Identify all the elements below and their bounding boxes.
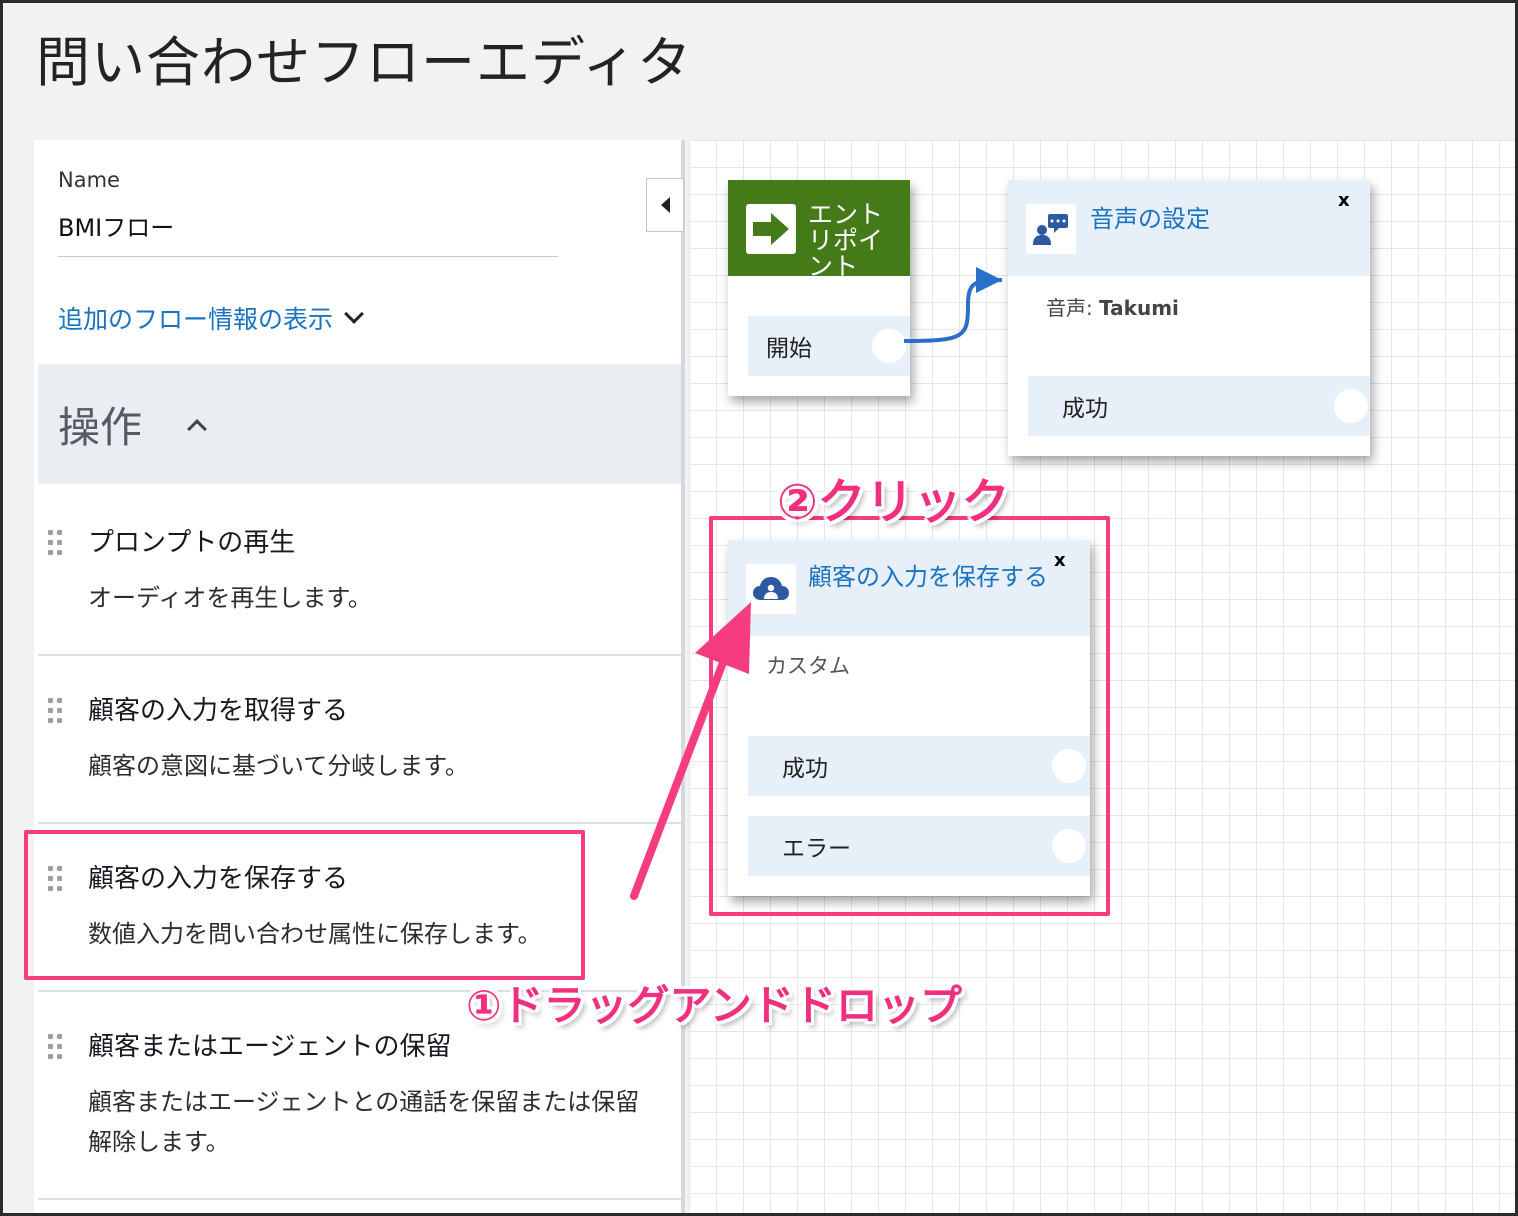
divider: [38, 654, 681, 656]
output-port[interactable]: [1052, 829, 1086, 863]
drag-handle-icon[interactable]: [46, 864, 64, 894]
section-title: 操作: [58, 402, 143, 452]
branch-label: エラー: [782, 836, 851, 862]
set-voice-block[interactable]: 音声の設定 x 音声: Takumi 成功: [1008, 180, 1370, 456]
name-label: Name: [58, 168, 120, 192]
cloud-user-icon: [746, 564, 796, 614]
branch-success: 成功: [748, 736, 1090, 796]
branch-success: 成功: [1028, 376, 1370, 436]
action-description: 数値入力を問い合わせ属性に保存します。: [88, 920, 542, 948]
collapse-panel-button[interactable]: [646, 178, 684, 232]
action-item-play-prompt[interactable]: プロンプトの再生 オーディオを再生します。: [38, 520, 681, 650]
entry-point-block[interactable]: エントリポイント 開始: [728, 180, 910, 396]
name-underline: [58, 256, 558, 257]
action-item-store-input[interactable]: 顧客の入力を保存する 数値入力を問い合わせ属性に保存します。: [38, 856, 681, 986]
action-title: 顧客の入力を保存する: [88, 864, 349, 894]
action-title: 顧客またはエージェントの保留: [88, 1032, 452, 1062]
arrow-right-icon: [746, 204, 796, 254]
output-port[interactable]: [872, 329, 906, 363]
drag-annotation: ①ドラッグアンドドロップ: [466, 981, 962, 1030]
drag-handle-icon[interactable]: [46, 1032, 64, 1062]
output-port[interactable]: [1052, 749, 1086, 783]
chevron-up-icon: [187, 419, 207, 439]
output-port[interactable]: [1334, 389, 1368, 423]
drag-handle-icon[interactable]: [46, 696, 64, 726]
entry-title: エントリポイント: [808, 200, 884, 277]
close-icon[interactable]: x: [1338, 190, 1350, 211]
action-description: 顧客またはエージェントとの通話を保留または保留解除します。: [88, 1088, 640, 1156]
branch-label: 開始: [766, 336, 812, 362]
action-title: 顧客の入力を取得する: [88, 696, 349, 726]
action-item-get-input[interactable]: 顧客の入力を取得する 顧客の意図に基づいて分岐します。: [38, 688, 681, 818]
voice-chat-icon: [1026, 204, 1076, 254]
action-item-hold[interactable]: 顧客またはエージェントの保留 顧客またはエージェントとの通話を保留または保留解除…: [38, 1024, 681, 1194]
block-title: 顧客の入力を保存する: [808, 563, 1048, 591]
branch-label: 成功: [782, 756, 828, 782]
branch-error: エラー: [748, 816, 1090, 876]
page-title: 問い合わせフローエディタ: [36, 31, 693, 94]
flow-name-field[interactable]: BMIフロー: [58, 208, 174, 243]
click-annotation: ②クリック: [777, 474, 1010, 530]
collapse-left-icon: [660, 197, 670, 213]
actions-section-header[interactable]: 操作: [38, 364, 681, 484]
store-input-block[interactable]: 顧客の入力を保存する x カスタム 成功 エラー: [728, 540, 1090, 896]
more-info-label: 追加のフロー情報の表示: [58, 305, 334, 334]
branch-label: 成功: [1062, 396, 1108, 422]
block-subtitle: カスタム: [766, 654, 850, 678]
voice-key: 音声:: [1046, 296, 1093, 320]
divider: [38, 1198, 681, 1200]
entry-header: エントリポイント: [728, 180, 910, 276]
more-info-toggle[interactable]: 追加のフロー情報の表示: [58, 300, 364, 336]
voice-setting: 音声: Takumi: [1046, 292, 1179, 321]
divider: [38, 822, 681, 824]
block-title: 音声の設定: [1090, 205, 1210, 233]
voice-value: Takumi: [1099, 296, 1179, 320]
action-title: プロンプトの再生: [88, 528, 296, 558]
action-description: オーディオを再生します。: [88, 584, 372, 612]
chevron-down-icon: [344, 304, 364, 324]
close-icon[interactable]: x: [1054, 550, 1066, 571]
drag-handle-icon[interactable]: [46, 528, 64, 558]
action-description: 顧客の意図に基づいて分岐します。: [88, 752, 469, 780]
left-panel: Name BMIフロー 追加のフロー情報の表示 操作 プロンプトの再生 オーディ…: [34, 140, 685, 1216]
